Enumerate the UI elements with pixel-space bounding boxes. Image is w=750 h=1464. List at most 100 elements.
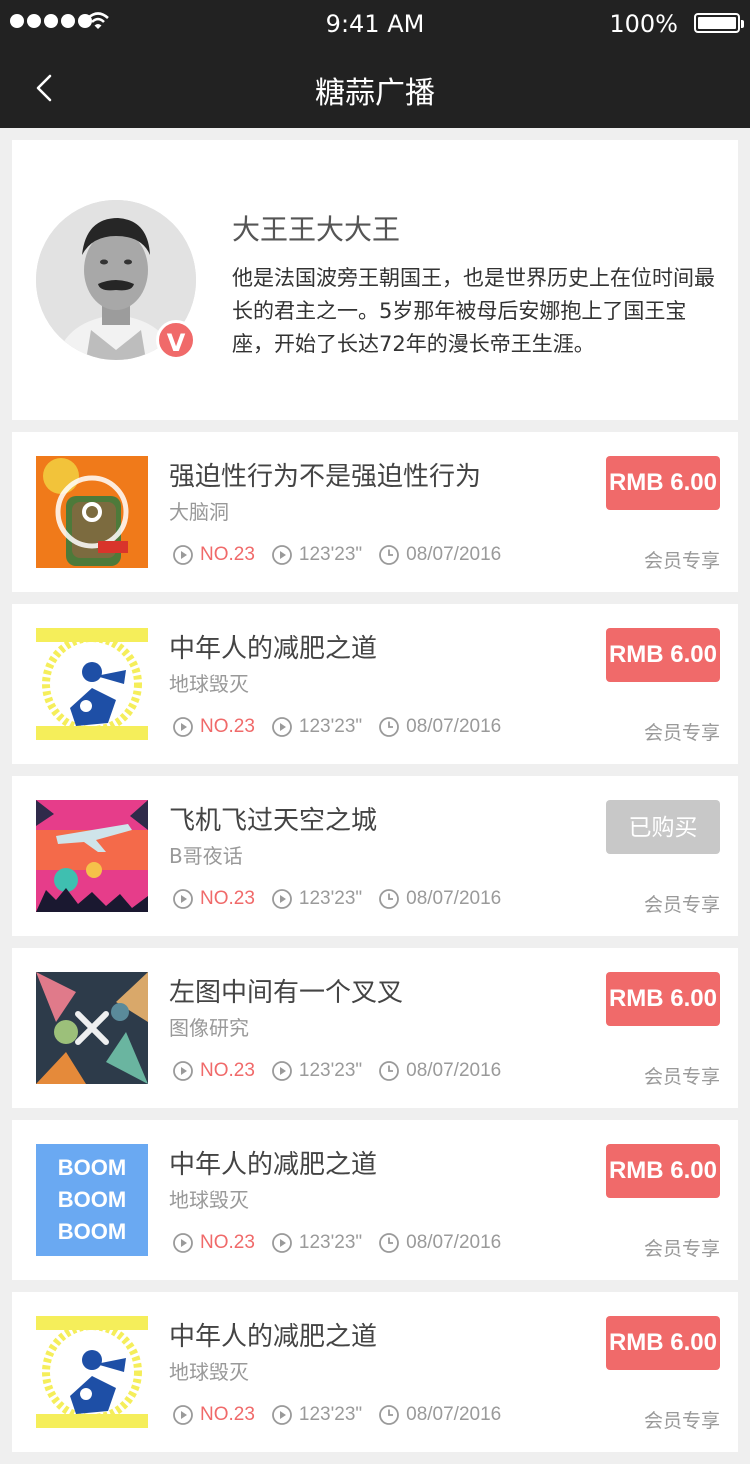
price-button[interactable]: RMB 6.00	[606, 1316, 720, 1370]
member-only-label: 会员专享	[643, 1410, 720, 1432]
date-meta: 08/07/2016	[378, 888, 501, 910]
profile-card[interactable]: V 大王王大大王 他是法国波旁王朝国王，也是世界历史上在位时间最长的君主之一。5…	[12, 140, 738, 420]
price-button[interactable]: 已购买	[606, 800, 720, 854]
thumbnail-text: BOOM	[57, 1219, 127, 1244]
profile-description: 他是法国波旁王朝国王，也是世界历史上在位时间最长的君主之一。5岁那年被母后安娜抱…	[232, 266, 715, 356]
date-label: 08/07/2016	[406, 544, 502, 565]
rank-label: NO.23	[200, 888, 255, 909]
rank-meta: NO.23	[172, 1404, 255, 1426]
rank-label: NO.23	[200, 544, 255, 565]
date-label: 08/07/2016	[406, 1060, 502, 1081]
rank-label: NO.23	[200, 1404, 255, 1425]
rank-meta: NO.23	[172, 716, 255, 738]
play-icon	[272, 545, 292, 565]
yellow-blue-illustration-thumbnail	[36, 628, 148, 740]
member-only-label: 会员专享	[643, 550, 720, 572]
episode-list: 强迫性行为不是强迫性行为 大脑洞 NO.23 123'23" 08/07/201…	[12, 432, 738, 1464]
episode-author: 地球毁灭	[169, 1360, 249, 1384]
play-icon	[272, 1233, 292, 1253]
play-icon	[272, 889, 292, 909]
member-only-label: 会员专享	[643, 894, 720, 916]
date-label: 08/07/2016	[406, 716, 502, 737]
play-icon	[173, 889, 193, 909]
play-icon	[173, 545, 193, 565]
duration-label: 123'23"	[298, 1404, 363, 1425]
episode-title: 中年人的减肥之道	[169, 1150, 378, 1180]
rank-label: NO.23	[200, 1060, 255, 1081]
date-label: 08/07/2016	[406, 888, 502, 909]
duration-meta: 123'23"	[271, 1404, 362, 1426]
duration-meta: 123'23"	[271, 1232, 362, 1254]
episode-title: 中年人的减肥之道	[169, 634, 378, 664]
date-label: 08/07/2016	[406, 1232, 502, 1253]
rank-label: NO.23	[200, 716, 255, 737]
episode-title: 强迫性行为不是强迫性行为	[169, 462, 482, 492]
rank-meta: NO.23	[172, 544, 255, 566]
orange-illustration-thumbnail	[36, 456, 148, 568]
list-item[interactable]: 中年人的减肥之道 地球毁灭 NO.23 123'23" 08/07/2016 R…	[12, 1292, 738, 1452]
pink-plane-illustration-thumbnail	[36, 800, 148, 912]
episode-meta: NO.23 123'23" 08/07/2016	[172, 716, 517, 738]
duration-meta: 123'23"	[271, 1060, 362, 1082]
play-icon	[173, 1233, 193, 1253]
play-icon	[173, 1061, 193, 1081]
price-button[interactable]: RMB 6.00	[606, 1144, 720, 1198]
episode-title: 中年人的减肥之道	[169, 1322, 378, 1352]
clock-icon	[379, 1233, 400, 1253]
duration-label: 123'23"	[298, 716, 363, 737]
date-meta: 08/07/2016	[378, 1232, 501, 1254]
list-item[interactable]: 中年人的减肥之道 地球毁灭 NO.23 123'23" 08/07/2016 R…	[12, 604, 738, 764]
rank-meta: NO.23	[172, 1060, 255, 1082]
price-button[interactable]: RMB 6.00	[606, 456, 720, 510]
list-item[interactable]: 左图中间有一个叉叉 图像研究 NO.23 123'23" 08/07/2016 …	[12, 948, 738, 1108]
list-item[interactable]: BOOM BOOM BOOM 中年人的减肥之道 地球毁灭 NO.23 123'23"…	[12, 1120, 738, 1280]
price-button[interactable]: RMB 6.00	[606, 972, 720, 1026]
profile-name: 大王王大大王	[232, 213, 401, 246]
clock-icon	[379, 1061, 400, 1081]
play-icon	[173, 1405, 193, 1425]
episode-meta: NO.23 123'23" 08/07/2016	[172, 544, 517, 566]
list-item[interactable]: 飞机飞过天空之城 B哥夜话 NO.23 123'23" 08/07/2016 已…	[12, 776, 738, 936]
floral-x-illustration-thumbnail	[36, 972, 148, 1084]
play-icon	[272, 1405, 292, 1425]
battery-percent: 100%	[609, 10, 678, 38]
duration-meta: 123'23"	[271, 888, 362, 910]
date-meta: 08/07/2016	[378, 544, 501, 566]
episode-author: B哥夜话	[169, 844, 243, 868]
nav-bar: 糖蒜广播	[0, 48, 750, 128]
date-meta: 08/07/2016	[378, 1404, 501, 1426]
episode-author: 地球毁灭	[169, 1188, 249, 1212]
rank-meta: NO.23	[172, 1232, 255, 1254]
date-meta: 08/07/2016	[378, 1060, 501, 1082]
battery-icon	[694, 13, 744, 33]
episode-meta: NO.23 123'23" 08/07/2016	[172, 1232, 517, 1254]
episode-title: 左图中间有一个叉叉	[169, 978, 404, 1008]
member-only-label: 会员专享	[643, 1066, 720, 1088]
episode-meta: NO.23 123'23" 08/07/2016	[172, 1060, 517, 1082]
price-button[interactable]: RMB 6.00	[606, 628, 720, 682]
status-bar: 9:41 AM 100%	[0, 0, 750, 48]
page-title: 糖蒜广播	[315, 76, 435, 111]
member-only-label: 会员专享	[643, 1238, 720, 1260]
clock-icon	[379, 545, 400, 565]
thumbnail-text: BOOM	[57, 1187, 127, 1212]
duration-label: 123'23"	[298, 1232, 363, 1253]
verified-badge: V	[156, 320, 196, 360]
duration-label: 123'23"	[298, 1060, 363, 1081]
duration-label: 123'23"	[298, 544, 363, 565]
duration-label: 123'23"	[298, 888, 363, 909]
episode-meta: NO.23 123'23" 08/07/2016	[172, 888, 517, 910]
episode-meta: NO.23 123'23" 08/07/2016	[172, 1404, 517, 1426]
episode-author: 大脑洞	[169, 500, 229, 524]
play-icon	[272, 717, 292, 737]
boom-text-thumbnail: BOOM BOOM BOOM	[36, 1144, 148, 1256]
thumbnail-text: BOOM	[57, 1155, 127, 1180]
duration-meta: 123'23"	[271, 716, 362, 738]
clock-icon	[379, 717, 400, 737]
play-icon	[272, 1061, 292, 1081]
rank-label: NO.23	[200, 1232, 255, 1253]
date-label: 08/07/2016	[406, 1404, 502, 1425]
list-item[interactable]: 强迫性行为不是强迫性行为 大脑洞 NO.23 123'23" 08/07/201…	[12, 432, 738, 592]
episode-author: 图像研究	[169, 1016, 249, 1040]
clock-icon	[379, 889, 400, 909]
